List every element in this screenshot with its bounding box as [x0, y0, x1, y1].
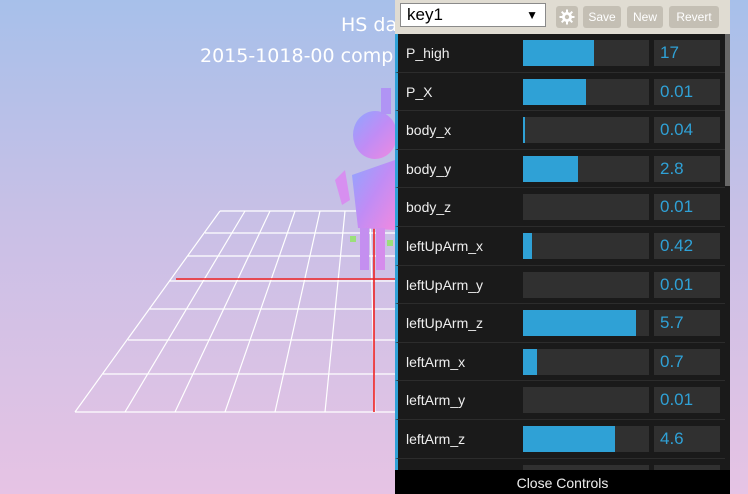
param-label: leftUpArm_z: [406, 315, 484, 332]
param-slider[interactable]: [523, 117, 649, 144]
param-slider[interactable]: [523, 310, 649, 337]
slider-fill: [523, 232, 532, 259]
param-row: body_z 0.01: [395, 188, 725, 227]
panel-scrollbar[interactable]: [725, 34, 730, 470]
param-label: P_high: [406, 45, 450, 61]
settings-button[interactable]: [556, 6, 578, 28]
param-slider[interactable]: [523, 425, 649, 452]
param-row: leftArm_z 4.6: [395, 419, 725, 459]
param-row: leftUpArm_x 0.42: [395, 226, 725, 266]
param-value-input[interactable]: 2.8: [654, 155, 720, 182]
gear-icon: [559, 9, 575, 25]
slider-fill: [523, 348, 537, 375]
param-row: leftArm_y 0.01: [395, 381, 725, 420]
param-row: P_X 0.01: [395, 72, 725, 112]
param-label: leftUpArm_y: [406, 276, 484, 293]
param-value-input[interactable]: 0.01: [654, 387, 720, 414]
controls-panel: key1 ▼ Save New Revert P_high 17 P_X 0.0…: [395, 0, 730, 494]
param-label: leftArm_x: [406, 353, 466, 370]
figure-model: [335, 88, 397, 270]
param-label: body_x: [406, 122, 452, 139]
param-value-input[interactable]: 0.01: [654, 271, 720, 298]
param-row: P_high 17: [395, 34, 725, 73]
param-value-input[interactable]: 17: [654, 40, 720, 66]
param-label: body_y: [406, 160, 452, 177]
param-value-input[interactable]: 0.42: [654, 232, 720, 259]
param-value-input[interactable]: 0.01: [654, 78, 720, 105]
param-value-input[interactable]: 0.01: [654, 194, 720, 221]
param-list: P_high 17 P_X 0.01 body_x 0.04 body_y 2.8 body_z…: [395, 34, 725, 470]
preset-value: key1: [407, 5, 443, 24]
param-label: leftUpArm_x: [406, 237, 484, 254]
slider-fill: [523, 40, 594, 66]
param-value-input[interactable]: 4.6: [654, 425, 720, 452]
param-label: leftArm_z: [406, 430, 466, 447]
param-slider[interactable]: [523, 232, 649, 259]
slider-fill: [523, 155, 579, 182]
param-row: body_y 2.8: [395, 149, 725, 189]
dropdown-arrow-icon: ▼: [526, 8, 538, 22]
param-row: leftUpArm_z 5.7: [395, 304, 725, 343]
param-slider[interactable]: [523, 78, 649, 105]
param-slider[interactable]: [523, 155, 649, 182]
param-label: leftArm_y: [406, 392, 466, 409]
revert-button[interactable]: Revert: [669, 6, 719, 28]
param-slider[interactable]: [523, 348, 649, 375]
controls-header: key1 ▼ Save New Revert: [395, 0, 730, 34]
save-button[interactable]: Save: [583, 6, 621, 28]
slider-fill: [523, 425, 615, 452]
preset-select[interactable]: key1 ▼: [400, 3, 546, 27]
param-row: leftUpArm_y 0.01: [395, 265, 725, 305]
close-controls-button[interactable]: Close Controls: [395, 470, 730, 494]
param-label: body_z: [406, 199, 452, 216]
scene-subtitle: 2015-1018-00 comp: [200, 45, 394, 67]
floor-grid: [74, 210, 395, 413]
scrollbar-thumb[interactable]: [725, 34, 730, 186]
param-slider[interactable]: [523, 271, 649, 298]
param-row: [395, 458, 725, 470]
param-slider[interactable]: [523, 40, 649, 66]
slider-fill: [523, 117, 525, 144]
param-slider[interactable]: [523, 387, 649, 414]
param-value-input[interactable]: 5.7: [654, 310, 720, 337]
scene-title: HS da: [341, 14, 398, 36]
param-label: P_X: [406, 83, 433, 100]
param-row: body_x 0.04: [395, 111, 725, 150]
param-value-input[interactable]: 0.7: [654, 348, 720, 375]
param-slider[interactable]: [523, 194, 649, 221]
param-value-input[interactable]: 0.04: [654, 117, 720, 144]
new-button[interactable]: New: [627, 6, 663, 28]
param-row: leftArm_x 0.7: [395, 342, 725, 382]
slider-fill: [523, 310, 637, 337]
slider-fill: [523, 78, 586, 105]
